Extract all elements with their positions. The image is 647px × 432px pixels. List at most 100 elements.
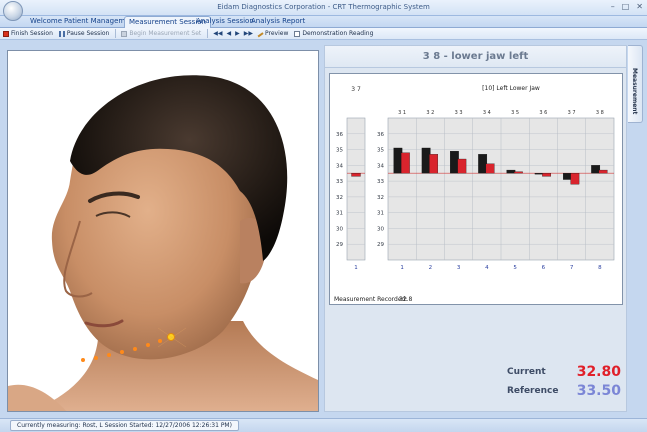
y-tick-label: 34 [377, 163, 384, 169]
last-icon[interactable]: ▶▶ [244, 30, 253, 37]
side-tab-label: Measurement [631, 68, 638, 115]
head-illustration [8, 75, 318, 411]
preview-label: Preview [265, 30, 289, 37]
first-icon[interactable]: ◀◀ [213, 30, 222, 37]
column-label: 3 5 [511, 110, 519, 116]
reference-label: Reference [507, 386, 559, 396]
y-tick-label: 31 [336, 211, 343, 217]
bar [534, 173, 544, 175]
preview-button[interactable]: Preview [256, 30, 289, 37]
y-tick-label: 35 [377, 148, 384, 154]
pause-session-button[interactable]: Pause Session [58, 30, 110, 37]
bar [351, 173, 361, 177]
status-text: Currently measuring: Rost, L Session Sta… [10, 420, 239, 431]
bar [478, 154, 488, 174]
y-tick-label: 32 [336, 195, 343, 201]
y-tick-label: 33 [336, 179, 343, 185]
measurement-recorded-value: 32.8 [399, 296, 413, 303]
bar [513, 171, 523, 174]
window-controls: – □ ✕ [611, 2, 643, 11]
stop-icon [3, 30, 9, 37]
y-tick-label: 30 [377, 226, 384, 232]
x-tick-label: 1 [354, 265, 358, 271]
begin-measurement-set-label: Begin Measurement Set [129, 30, 202, 37]
column-label: 3 4 [483, 110, 491, 116]
y-tick-label: 34 [336, 163, 343, 169]
head-model-view[interactable] [7, 50, 319, 412]
x-tick-label: 2 [429, 265, 433, 271]
document-icon [294, 30, 301, 37]
bar [506, 169, 516, 174]
chart-title: [10] Left Lower Jaw [482, 85, 540, 92]
current-value: 32.80 [576, 364, 621, 380]
column-label: 3 6 [539, 110, 547, 116]
bar [562, 173, 572, 180]
application-menu-button[interactable] [3, 1, 23, 21]
maximize-icon[interactable]: □ [622, 2, 630, 11]
ribbon-tabs: Welcome Patient Management Measurement S… [0, 16, 647, 28]
demonstration-reading-label: Demonstration Reading [302, 30, 374, 37]
column-label: 3 8 [596, 110, 604, 116]
demonstration-reading-button[interactable]: Demonstration Reading [294, 30, 373, 37]
next-icon[interactable]: ▶ [235, 30, 240, 37]
y-tick-label: 36 [377, 132, 384, 138]
begin-measurement-set-button[interactable]: Begin Measurement Set [121, 30, 201, 37]
x-tick-label: 7 [570, 265, 574, 271]
y-tick-label: 29 [377, 242, 384, 248]
title-bar: Eidam Diagnostics Corporation - CRT Ther… [0, 0, 647, 16]
previous-icon[interactable]: ◀ [227, 30, 232, 37]
x-tick-label: 6 [542, 265, 546, 271]
tab-measurement-side[interactable]: Measurement [628, 45, 643, 123]
y-tick-label: 32 [377, 195, 384, 201]
column-label: 3 2 [426, 110, 434, 116]
y-tick-label: 36 [336, 132, 343, 138]
column-label: 3 1 [398, 110, 406, 116]
measurement-chart-box: 29 30 31 32 33 34 35 36 1 3 7 29 30 31 32 33 34 35 36 1 2 3 4… [329, 73, 623, 305]
finish-session-label: Finish Session [11, 30, 53, 37]
status-bar: Currently measuring: Rost, L Session Sta… [0, 418, 647, 432]
bar [485, 163, 495, 174]
y-tick-label: 33 [377, 179, 384, 185]
measurement-set-icon [121, 30, 128, 37]
bar [570, 173, 580, 185]
x-tick-label: 5 [513, 265, 517, 271]
toolbar-separator [115, 29, 117, 38]
finish-session-button[interactable]: Finish Session [3, 30, 53, 37]
page-title: 3 8 - lower jaw left [422, 51, 529, 62]
tab-analysis-report[interactable]: Analysis Report [247, 16, 309, 28]
x-tick-label: 4 [485, 265, 489, 271]
column-label: 3 7 [568, 110, 576, 116]
y-tick-label: 30 [336, 226, 343, 232]
measurement-charts: 293031323334353613 729303132333435361 2 3 4… [334, 85, 615, 303]
y-tick-label: 31 [377, 211, 384, 217]
bar [400, 152, 410, 174]
current-label: Current [507, 367, 546, 377]
close-icon[interactable]: ✕ [636, 2, 643, 11]
bar [591, 165, 601, 174]
bar [421, 147, 431, 174]
pause-icon [58, 30, 65, 37]
measurement-recorded-label: Measurement Recorded: [334, 296, 407, 303]
y-tick-label: 29 [336, 242, 343, 248]
pause-session-label: Pause Session [66, 30, 110, 37]
measurement-header: 3 8 - lower jaw left [324, 45, 627, 67]
toolbar-separator [207, 29, 209, 38]
bar [542, 173, 552, 177]
measurement-panel: 29 30 31 32 33 34 35 36 1 3 7 29 30 31 32 33 34 35 36 1 2 3 4… [324, 67, 627, 412]
y-tick-label: 35 [336, 148, 343, 154]
column-label: 3 3 [455, 110, 463, 116]
toolbar: Finish Session Pause Session Begin Measu… [0, 28, 647, 40]
x-tick-label: 8 [598, 265, 602, 271]
x-tick-label: 1 [400, 265, 404, 271]
column-label: 3 7 [351, 86, 361, 93]
bar [429, 154, 439, 174]
window-title: Eidam Diagnostics Corporation - CRT Ther… [217, 3, 430, 11]
bar [393, 147, 403, 174]
bar [457, 158, 467, 174]
minimize-icon[interactable]: – [611, 2, 615, 11]
bar [450, 150, 459, 174]
x-tick-label: 3 [457, 265, 461, 271]
bar [598, 169, 608, 174]
pencil-icon [256, 30, 264, 37]
plot-area [346, 117, 366, 261]
